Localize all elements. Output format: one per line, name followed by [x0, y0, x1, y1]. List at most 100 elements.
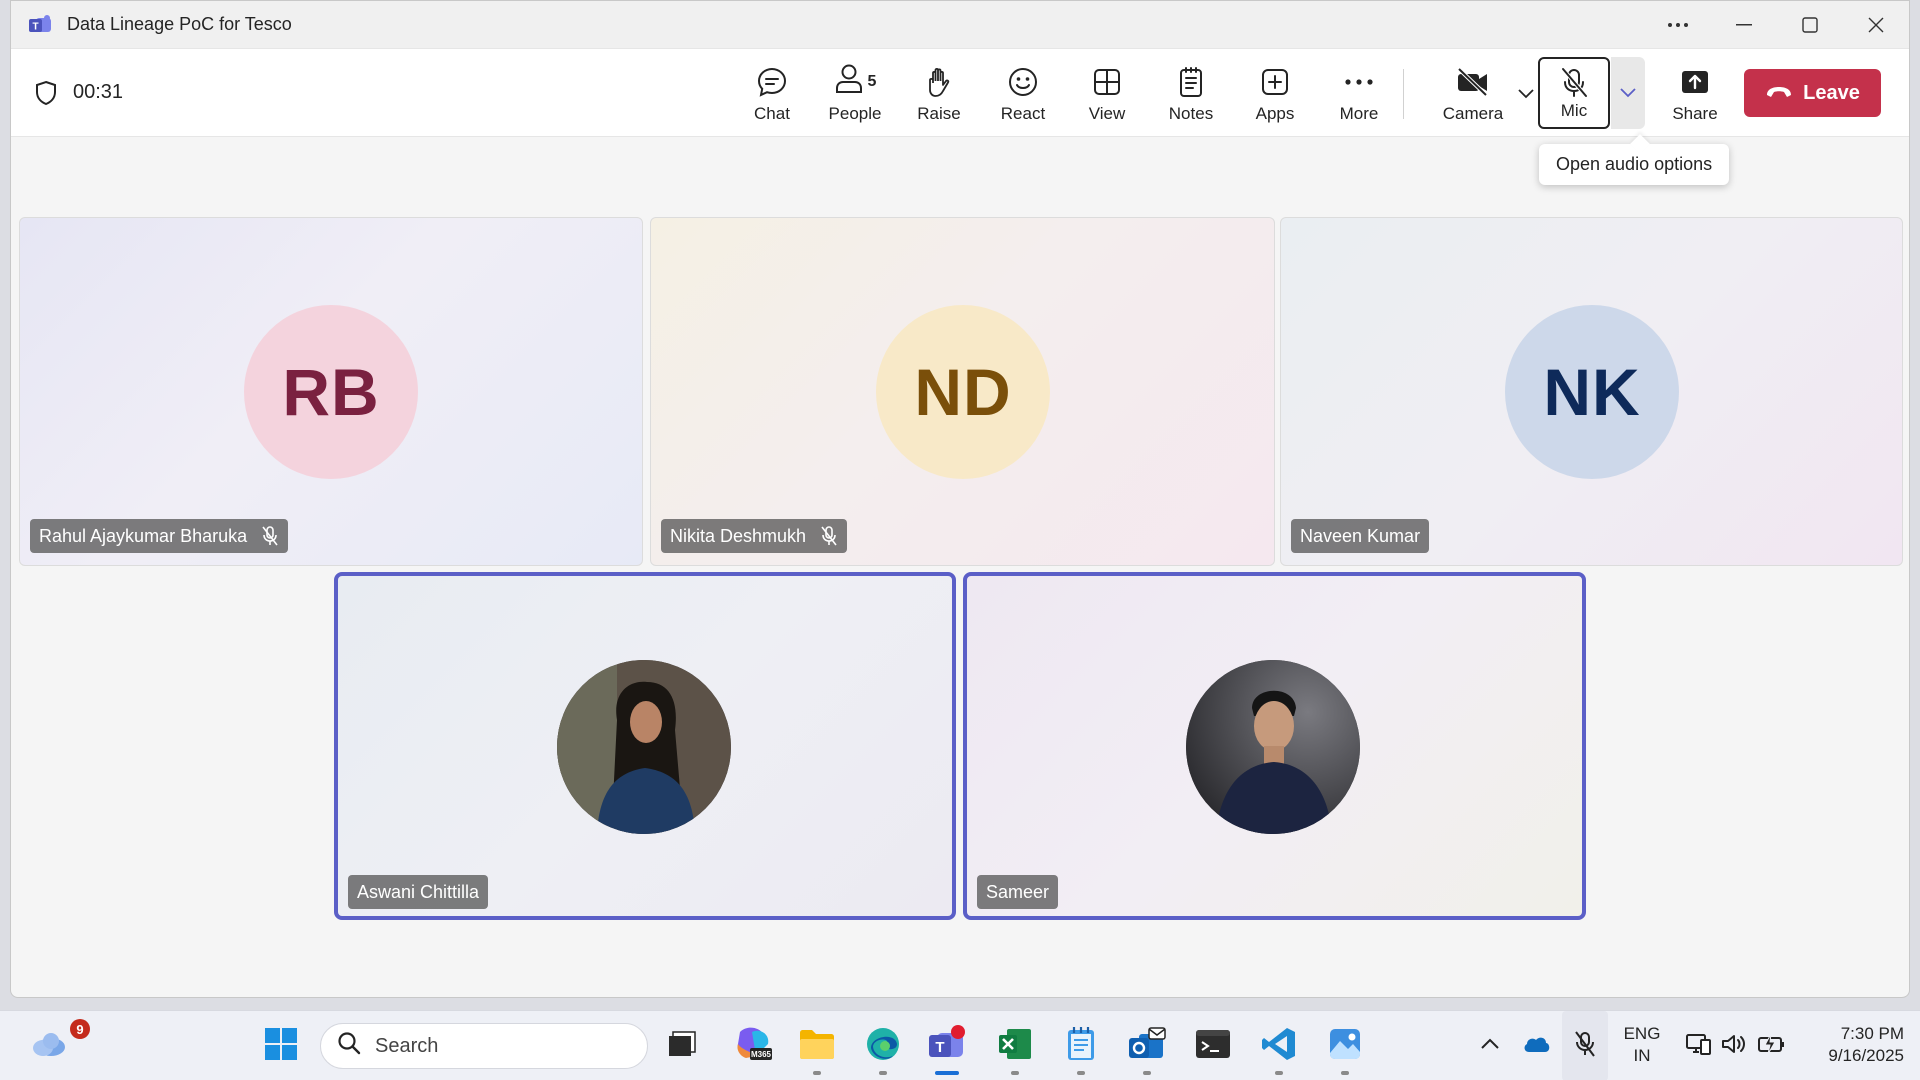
chat-label: Chat [754, 103, 790, 123]
apps-label: Apps [1255, 103, 1295, 123]
svg-text:T: T [935, 1039, 944, 1056]
more-button[interactable]: More [1319, 49, 1399, 138]
speaker-volume-icon [1721, 1033, 1749, 1060]
react-button[interactable]: React [983, 49, 1063, 138]
close-button[interactable] [1843, 1, 1909, 48]
search-icon [337, 1031, 361, 1061]
avatar: ND [876, 305, 1050, 479]
participant-tile[interactable]: RB Rahul Ajaykumar Bharuka [19, 217, 643, 566]
view-label: View [1088, 103, 1126, 123]
meeting-toolbar: 00:31 Chat 5 People Raise React View Not… [11, 48, 1909, 137]
share-button[interactable]: Share [1655, 49, 1735, 138]
raise-label: Raise [917, 103, 961, 123]
running-indicator [1143, 1071, 1151, 1075]
taskbar-app-m365[interactable]: M365 [726, 1011, 780, 1080]
participant-name: Rahul Ajaykumar Bharuka [39, 525, 248, 546]
avatar: NK [1505, 305, 1679, 479]
onedrive-tray-button[interactable] [1520, 1011, 1554, 1080]
cloud-weather-icon [29, 1029, 69, 1064]
vscode-icon [1261, 1026, 1297, 1067]
running-indicator [1341, 1071, 1349, 1075]
windows-logo-icon [264, 1027, 298, 1066]
weather-widget[interactable]: 9 [22, 1011, 90, 1080]
leave-label: Leave [1803, 81, 1860, 104]
start-button[interactable] [256, 1011, 306, 1080]
clock-date: 9/16/2025 [1828, 1046, 1904, 1065]
volume-tray-button[interactable] [1718, 1011, 1752, 1080]
camera-options-chevron-down-icon[interactable] [1511, 49, 1541, 138]
running-indicator [1275, 1071, 1283, 1075]
teams-meeting-window: T Data Lineage PoC for Tesco 00:31 Chat … [10, 0, 1910, 998]
meeting-timer: 00:31 [73, 81, 124, 103]
people-count: 5 [867, 72, 877, 90]
react-label: React [1000, 103, 1046, 123]
title-bar: T Data Lineage PoC for Tesco [11, 1, 1909, 48]
mic-button[interactable]: Mic [1538, 57, 1610, 129]
participant-name-tag: Naveen Kumar [1291, 519, 1430, 553]
taskbar-search[interactable]: Search [320, 1023, 648, 1069]
participant-tile-speaking[interactable]: Aswani Chittilla [334, 572, 956, 920]
task-view-button[interactable] [658, 1011, 704, 1080]
more-label: More [1339, 103, 1379, 123]
people-button[interactable]: 5 People [815, 49, 895, 138]
running-indicator [813, 1071, 821, 1075]
microsoft-365-icon: M365 [734, 1026, 772, 1067]
running-indicator [1077, 1071, 1085, 1075]
battery-charging-icon [1757, 1033, 1785, 1060]
weather-notification-badge: 9 [70, 1019, 90, 1039]
taskbar-app-teams[interactable]: T [920, 1011, 974, 1080]
taskbar-app-file-explorer[interactable] [790, 1011, 844, 1080]
leave-button[interactable]: Leave [1744, 69, 1881, 117]
audio-options-tooltip: Open audio options [1539, 144, 1730, 185]
taskbar-app-notepad[interactable] [1054, 1011, 1108, 1080]
clock[interactable]: 7:30 PM 9/16/2025 [1794, 1023, 1904, 1067]
taskbar-app-edge[interactable] [856, 1011, 910, 1080]
avatar-initials: ND [914, 355, 1012, 429]
region-text: IN [1633, 1046, 1651, 1065]
network-tray-button[interactable] [1682, 1011, 1714, 1080]
raise-hand-button[interactable]: Raise [899, 49, 979, 138]
running-indicator [879, 1071, 887, 1075]
taskbar-app-outlook[interactable] [1120, 1011, 1174, 1080]
excel-icon [997, 1027, 1033, 1066]
notes-label: Notes [1168, 103, 1214, 123]
camera-button[interactable]: Camera [1427, 49, 1519, 138]
mic-label: Mic [1560, 101, 1588, 120]
mic-off-icon [261, 526, 279, 546]
taskbar-app-vscode[interactable] [1252, 1011, 1306, 1080]
apps-button[interactable]: Apps [1235, 49, 1315, 138]
task-view-icon [666, 1030, 696, 1063]
audio-options-chevron-down-icon[interactable] [1611, 57, 1645, 129]
outlook-icon [1127, 1026, 1167, 1067]
input-language-indicator[interactable]: ENG IN [1618, 1023, 1666, 1067]
language-text: ENG [1623, 1024, 1661, 1043]
notes-button[interactable]: Notes [1151, 49, 1231, 138]
taskbar-app-terminal[interactable] [1186, 1011, 1240, 1080]
svg-text:M365: M365 [751, 1050, 772, 1059]
battery-tray-button[interactable] [1754, 1011, 1788, 1080]
maximize-button[interactable] [1777, 1, 1843, 48]
participant-tile[interactable]: NK Naveen Kumar [1280, 217, 1903, 566]
view-button[interactable]: View [1067, 49, 1147, 138]
more-options-icon[interactable] [1645, 1, 1711, 48]
show-hidden-icons-button[interactable] [1474, 1011, 1506, 1080]
more-icon [1344, 64, 1374, 100]
mic-muted-tray-button[interactable] [1562, 1011, 1608, 1080]
window-title: Data Lineage PoC for Tesco [67, 14, 292, 34]
mic-off-icon [1574, 1030, 1596, 1062]
smiley-icon [1007, 64, 1039, 100]
taskbar-app-photos[interactable] [1318, 1011, 1372, 1080]
chevron-up-icon [1481, 1037, 1499, 1055]
participant-tile-speaking[interactable]: Sameer [963, 572, 1586, 920]
chat-button[interactable]: Chat [732, 49, 812, 138]
avatar: RB [244, 305, 418, 479]
participant-name-tag: Nikita Deshmukh [661, 519, 848, 553]
participant-name: Sameer [986, 881, 1050, 902]
folder-icon [798, 1028, 836, 1065]
minimize-button[interactable] [1711, 1, 1777, 48]
taskbar-app-excel[interactable] [988, 1011, 1042, 1080]
add-app-icon [1260, 64, 1290, 100]
teams-logo-icon: T [29, 14, 53, 35]
camera-off-icon [1456, 64, 1490, 100]
participant-tile[interactable]: ND Nikita Deshmukh [650, 217, 1275, 566]
